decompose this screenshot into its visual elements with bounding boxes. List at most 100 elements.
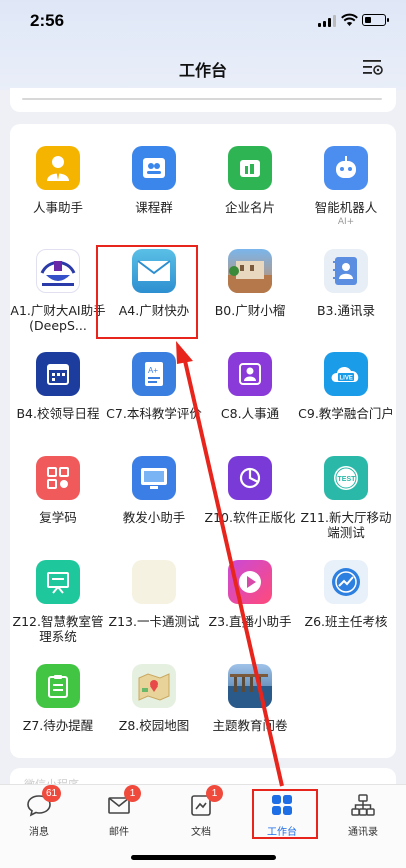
- svg-text:TEST: TEST: [338, 476, 357, 483]
- tab-messages[interactable]: 61 消息: [4, 785, 74, 838]
- app-label: B3.通讯录: [316, 303, 375, 318]
- org-chart-icon: [350, 793, 376, 817]
- qr-code-icon: [36, 456, 80, 500]
- group-icon: [132, 146, 176, 190]
- app-z7-daiban-tixing[interactable]: Z7.待办提醒: [10, 664, 106, 733]
- grade-document-icon: A+: [132, 352, 176, 396]
- person-card-icon: [228, 352, 272, 396]
- app-label: Z8.校园地图: [118, 718, 190, 733]
- cellular-signal-icon: [318, 15, 336, 27]
- checklist-icon: [36, 664, 80, 708]
- unread-badge: 1: [206, 785, 223, 802]
- app-label: B4.校领导日程: [16, 406, 100, 421]
- app-c9-jiaoxue-ronghe-menhu[interactable]: LIVE C9.教学融合门户: [298, 352, 394, 421]
- tab-mail[interactable]: 1 邮件: [84, 785, 154, 838]
- app-fuxuema[interactable]: 复学码: [10, 456, 106, 525]
- app-label: Z3.直播小助手: [208, 614, 292, 629]
- app-renshi-zhushou[interactable]: 人事助手: [10, 146, 106, 215]
- robot-icon: [324, 146, 368, 190]
- settings-list-icon[interactable]: [362, 58, 384, 76]
- app-a1-ai-assistant[interactable]: A1.广财大AI助手 (DeepS...: [10, 249, 106, 333]
- trend-chart-icon: [324, 560, 368, 604]
- app-label: 复学码: [39, 510, 77, 525]
- app-label: Z12.智慧教室管理系统: [12, 614, 104, 644]
- pie-chart-icon: [228, 456, 272, 500]
- map-icon: [132, 664, 176, 708]
- app-label: C8.人事通: [220, 406, 280, 421]
- app-label: C9.教学融合门户: [298, 406, 394, 421]
- app-z11-xindating-ceshi[interactable]: TEST Z11.新大厅移动端测试: [298, 456, 394, 540]
- card-icon: [228, 146, 272, 190]
- campus-photo-icon: [228, 249, 272, 293]
- presentation-board-icon: [36, 560, 80, 604]
- app-b3-tongxunlu[interactable]: B3.通讯录: [298, 249, 394, 318]
- document-icon: 1: [188, 785, 223, 817]
- tab-label: 邮件: [109, 827, 129, 838]
- unread-badge: 61: [42, 785, 62, 802]
- app-label: 教发小助手: [122, 510, 186, 525]
- app-z8-xiaoyuan-ditu[interactable]: Z8.校园地图: [106, 664, 202, 733]
- app-grid: 人事助手 课程群 企业名片 智能机器人 AI+ A1.广财大AI助手 (Deep…: [10, 124, 396, 758]
- previous-card: [10, 88, 396, 112]
- scenery-photo-icon: [228, 664, 272, 708]
- top-area: 2:56 工作台: [0, 0, 406, 90]
- grid-icon: [269, 793, 295, 817]
- unread-badge: 1: [124, 785, 141, 802]
- blank-card-icon: [132, 560, 176, 604]
- envelope-icon: [132, 249, 176, 293]
- app-label: Z11.新大厅移动端测试: [300, 510, 392, 540]
- test-badge-icon: TEST: [324, 456, 368, 500]
- app-jiaofa-xiaozhushou[interactable]: 教发小助手: [106, 456, 202, 525]
- monitor-icon: [132, 456, 176, 500]
- live-cloud-icon: LIVE: [324, 352, 368, 396]
- svg-text:A+: A+: [148, 366, 158, 375]
- page-title: 工作台: [178, 61, 227, 80]
- status-time: 2:56: [30, 11, 65, 30]
- app-label: Z13.一卡通测试: [108, 614, 200, 629]
- app-label: 人事助手: [32, 200, 83, 215]
- app-c7-benke-jiaoxue-pingjia[interactable]: A+ C7.本科教学评价: [106, 352, 202, 421]
- deepseek-logo-icon: [36, 249, 80, 293]
- home-indicator: [131, 855, 276, 860]
- app-label: Z7.待办提醒: [22, 718, 94, 733]
- tab-contacts[interactable]: 通讯录: [328, 793, 398, 838]
- app-label: 智能机器人: [314, 200, 378, 215]
- app-z6-banzhuren-kaohe[interactable]: Z6.班主任考核: [298, 560, 394, 629]
- battery-icon: [362, 14, 389, 26]
- calendar-icon: [36, 352, 80, 396]
- tab-documents[interactable]: 1 文档: [166, 785, 236, 838]
- app-z3-zhibo-xiaozhushou[interactable]: Z3.直播小助手: [202, 560, 298, 629]
- svg-text:LIVE: LIVE: [340, 376, 353, 382]
- app-qiye-mingpian[interactable]: 企业名片: [202, 146, 298, 215]
- contact-book-icon: [324, 249, 368, 293]
- tab-label: 通讯录: [348, 827, 378, 838]
- app-label: 企业名片: [224, 200, 275, 215]
- app-z12-zhihui-jiaoshi[interactable]: Z12.智慧教室管理系统: [10, 560, 106, 644]
- tab-label: 文档: [191, 827, 211, 838]
- app-label: A4.广财快办: [118, 303, 190, 318]
- tab-workbench[interactable]: 工作台: [247, 793, 317, 838]
- app-b0-guangcai-xiaoliu[interactable]: B0.广财小榴: [202, 249, 298, 318]
- app-z13-yikatong-ceshi[interactable]: Z13.一卡通测试: [106, 560, 202, 629]
- app-sublabel: AI+: [337, 217, 355, 227]
- app-kecheng-qun[interactable]: 课程群: [106, 146, 202, 215]
- chat-bubble-icon: 61: [26, 785, 62, 817]
- tab-label: 消息: [29, 827, 49, 838]
- app-label: 主题教育问卷: [212, 718, 288, 733]
- mail-icon: 1: [106, 785, 141, 817]
- tab-label: 工作台: [267, 827, 297, 838]
- app-z10-ruanjian-zhengbanhua[interactable]: Z10.软件正版化: [202, 456, 298, 525]
- play-icon: [228, 560, 272, 604]
- app-zhineng-jiqiren[interactable]: 智能机器人 AI+: [298, 146, 394, 227]
- app-label: C7.本科教学评价: [106, 406, 202, 421]
- app-label: Z10.软件正版化: [204, 510, 296, 525]
- app-a4-guangcai-kuaiban[interactable]: A4.广财快办: [106, 249, 202, 318]
- app-label: 课程群: [135, 200, 173, 215]
- status-bar: 2:56: [0, 0, 406, 44]
- app-zhuti-jiaoyu-wenjuan[interactable]: 主题教育问卷: [202, 664, 298, 733]
- wifi-icon: [341, 13, 358, 26]
- app-b4-xiaolingdao-richeng[interactable]: B4.校领导日程: [10, 352, 106, 421]
- app-c8-renshitong[interactable]: C8.人事通: [202, 352, 298, 421]
- app-label: B0.广财小榴: [214, 303, 286, 318]
- app-label: A1.广财大AI助手 (DeepS...: [10, 303, 106, 333]
